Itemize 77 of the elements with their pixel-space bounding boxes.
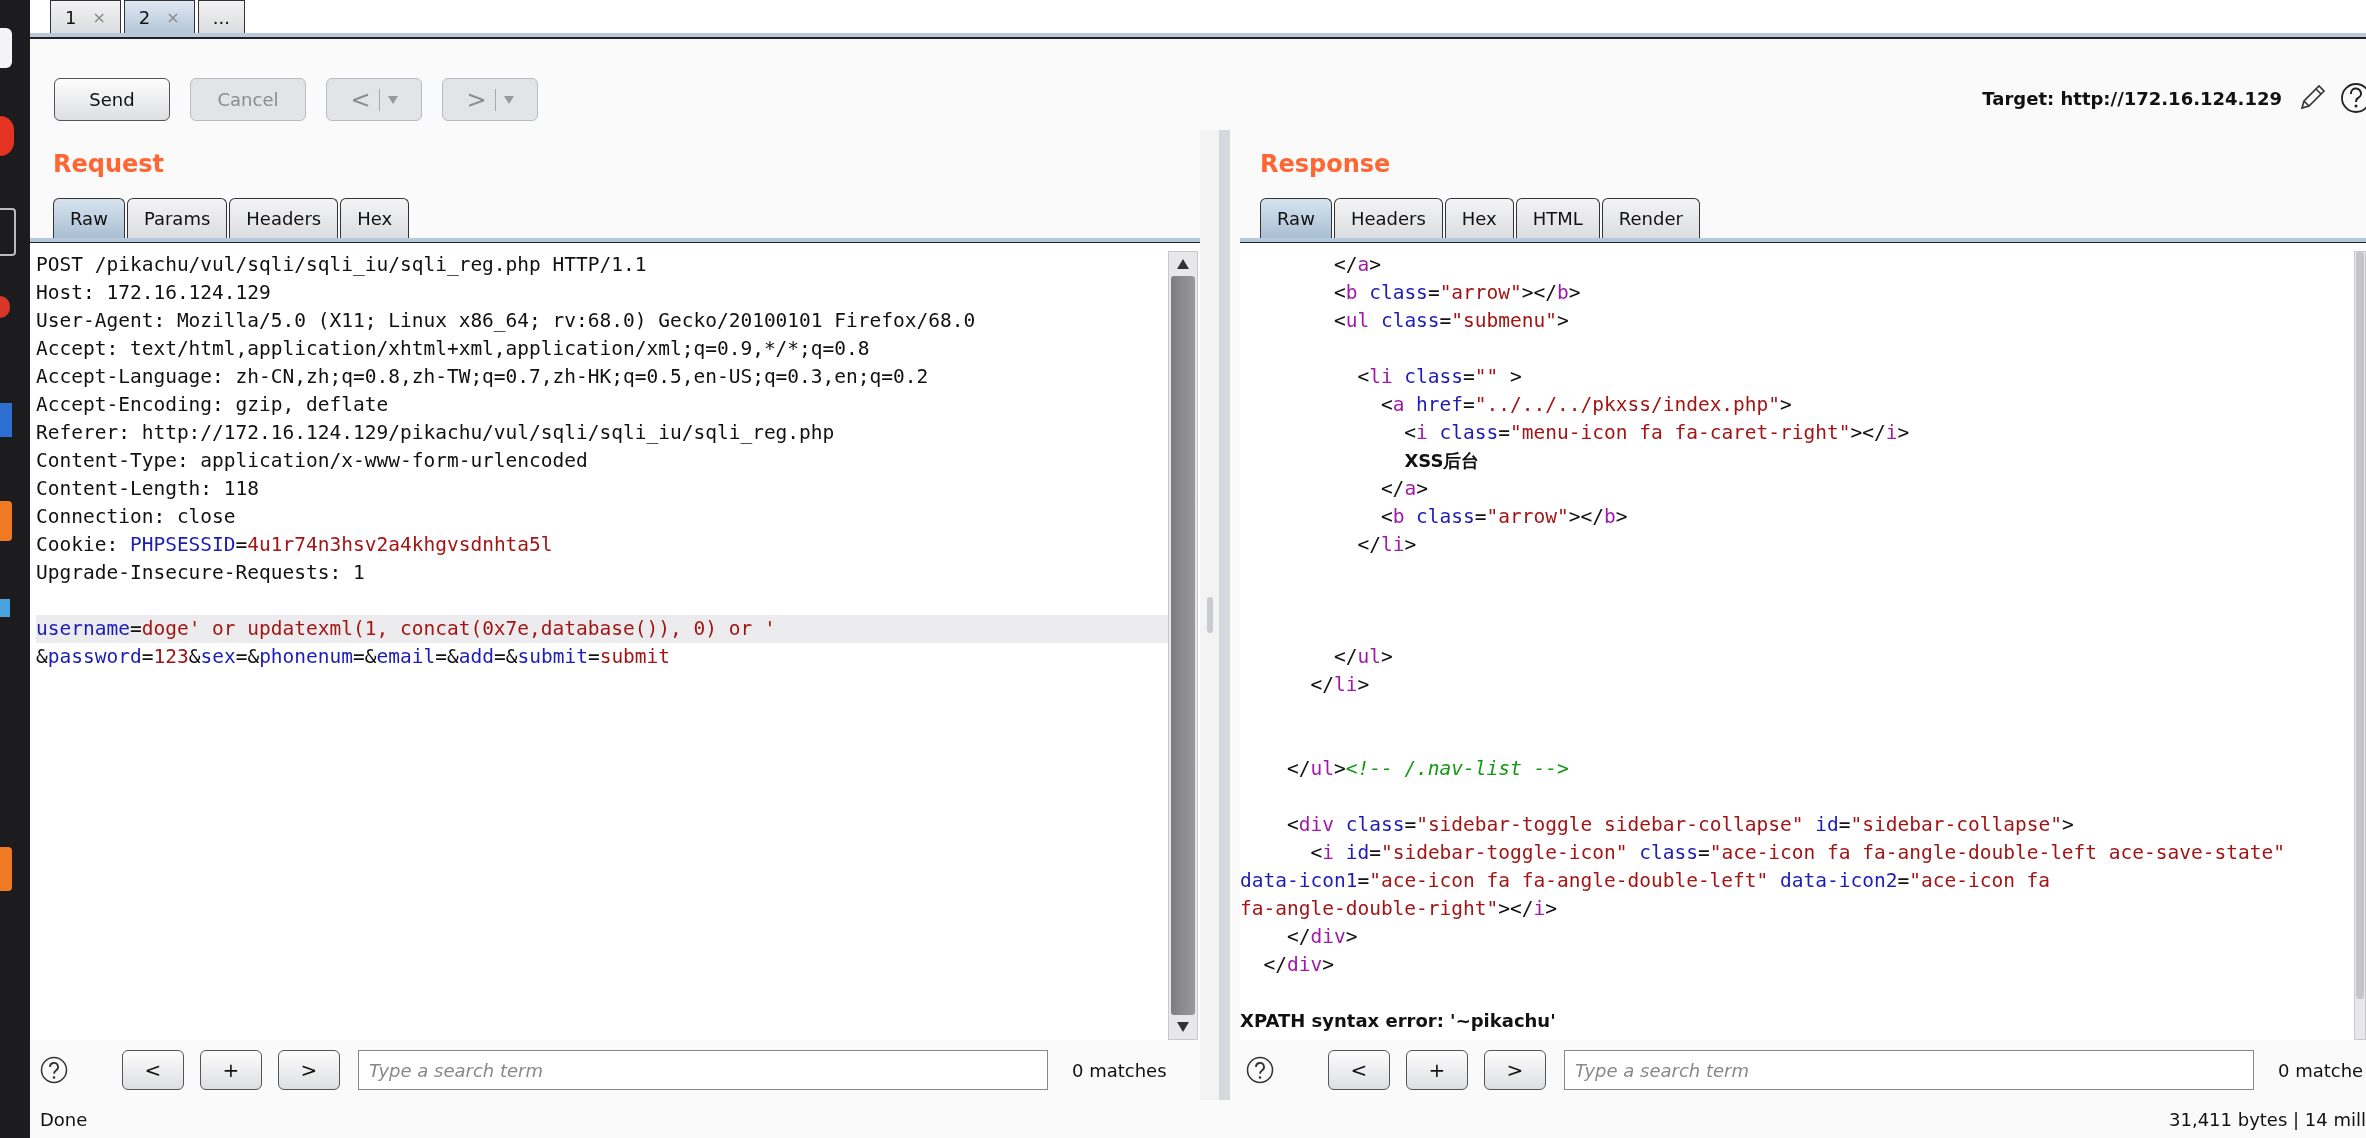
- code-line: fa-angle-double-right"></i>: [1240, 896, 1558, 922]
- search-field[interactable]: Type a search term: [1564, 1050, 2254, 1090]
- code-line: <div class="sidebar-toggle sidebar-collapse" id="sidebar-collapse">: [1285, 812, 2075, 838]
- code-line: Upgrade-Insecure-Requests: 1: [36, 560, 366, 586]
- code-line: <a href="../../../pkxss/index.php">: [1379, 392, 1793, 418]
- search-nav-button[interactable]: <: [122, 1050, 184, 1090]
- code-line: Accept-Language: zh-CN,zh;q=0.8,zh-TW;q=0.7,zh-HK;q=0.5,en-US;q=0.3,en;q=0.2: [36, 364, 930, 390]
- code-line: Accept-Encoding: gzip, deflate: [36, 392, 390, 418]
- code-line: <i class="menu-icon fa fa-caret-right"></i>: [1403, 420, 1911, 446]
- text-editor[interactable]: [30, 242, 1200, 1040]
- target-label: Target: http://172.16.124.129: [1982, 88, 2282, 109]
- code-line: XSS后台: [1403, 449, 1481, 473]
- search-field[interactable]: Type a search term: [358, 1050, 1048, 1090]
- view-tab[interactable]: Render: [1601, 198, 1700, 238]
- repeater-tab[interactable]: 2 ×: [123, 0, 195, 33]
- view-tab[interactable]: Raw: [1260, 198, 1332, 238]
- search-nav-button[interactable]: +: [200, 1050, 262, 1090]
- code-line: </div>: [1262, 952, 1335, 978]
- help-icon[interactable]: [2340, 82, 2366, 114]
- scroll-down-icon[interactable]: [1176, 1021, 1190, 1033]
- pencil-icon[interactable]: [2298, 82, 2328, 112]
- code-line: </a>: [1332, 252, 1382, 278]
- vertical-scrollbar[interactable]: [2354, 251, 2366, 1040]
- view-tab[interactable]: Headers: [229, 198, 339, 238]
- code-line: </ul><!-- /.nav-list -->: [1285, 756, 1570, 782]
- repeater-tab[interactable]: 1 ×: [50, 0, 121, 33]
- view-tab[interactable]: Hex: [340, 198, 410, 238]
- view-tab[interactable]: Raw: [53, 198, 125, 238]
- code-line: XPATH syntax error: '~pikachu': [1240, 1009, 1557, 1033]
- scrollbar-thumb[interactable]: [1171, 276, 1195, 1015]
- repeater-tab[interactable]: ...: [197, 0, 245, 33]
- response-stats: 31,411 bytes | 14 mill: [2169, 1108, 2366, 1130]
- search-nav-button[interactable]: +: [1406, 1050, 1468, 1090]
- code-line: Referer: http://172.16.124.129/pikachu/vul/sqli/sqli_iu/sqli_reg.php: [36, 420, 836, 446]
- view-tab[interactable]: Headers: [1333, 198, 1443, 238]
- code-line: <i id="sidebar-toggle-icon" class="ace-icon fa fa-angle-double-left ace-save-state": [1309, 840, 2286, 866]
- code-line: </ul>: [1332, 644, 1394, 670]
- code-line: <ul class="submenu">: [1332, 308, 1570, 334]
- code-line: Content-Type: application/x-www-form-urlencoded: [36, 448, 589, 474]
- code-line: </li>: [1309, 672, 1371, 698]
- match-count: 0 matches: [1072, 1059, 1167, 1081]
- help-icon[interactable]: [1246, 1056, 1274, 1084]
- app-icon[interactable]: [0, 28, 12, 68]
- code-line: Connection: close: [36, 504, 237, 530]
- code-line: Content-Length: 118: [36, 476, 261, 502]
- code-line: Host: 172.16.124.129: [36, 280, 272, 306]
- text-editor[interactable]: [1240, 242, 2366, 1040]
- scroll-up-icon[interactable]: [1176, 258, 1190, 270]
- code-line: </div>: [1285, 924, 1359, 950]
- app-icon[interactable]: [0, 208, 16, 256]
- code-line: Accept: text/html,application/xhtml+xml,application/xml;q=0.9,*/*;q=0.8: [36, 336, 871, 362]
- caret-icon: [503, 95, 514, 104]
- send-button[interactable]: Send: [54, 78, 170, 121]
- view-tab[interactable]: Params: [126, 198, 228, 238]
- code-line: </li>: [1356, 532, 1418, 558]
- request-heading: Request: [52, 149, 166, 180]
- view-tab[interactable]: Hex: [1444, 198, 1514, 238]
- code-line: data-icon1="ace-icon fa fa-angle-double-left" data-icon2="ace-icon fa: [1240, 868, 2052, 894]
- code-line: &password=123&sex=&phonenum=&email=&add=&submit=submit: [36, 644, 672, 670]
- code-line: <b class="arrow"></b>: [1332, 280, 1582, 306]
- code-line: <li class="" >: [1356, 364, 1523, 390]
- search-nav-button[interactable]: <: [1328, 1050, 1390, 1090]
- code-line: </a>: [1379, 476, 1429, 502]
- code-line: User-Agent: Mozilla/5.0 (X11; Linux x86_64; rv:68.0) Gecko/20100101 Firefox/68.0: [36, 308, 977, 334]
- search-nav-button[interactable]: >: [1484, 1050, 1546, 1090]
- scrollbar-thumb[interactable]: [2356, 252, 2364, 999]
- code-line: Cookie: PHPSESSID=4u1r74n3hsv2a4khgvsdnhta5l: [36, 532, 554, 558]
- status-text: Done: [40, 1108, 88, 1130]
- caret-icon: [387, 95, 398, 104]
- help-icon[interactable]: [40, 1056, 68, 1084]
- match-count: 0 matche: [2278, 1059, 2364, 1081]
- vertical-scrollbar[interactable]: [1168, 251, 1198, 1040]
- view-tab[interactable]: HTML: [1515, 198, 1600, 238]
- code-line: POST /pikachu/vul/sqli/sqli_iu/sqli_reg.php HTTP/1.1: [36, 252, 648, 278]
- code-line: <b class="arrow"></b>: [1379, 504, 1629, 530]
- response-heading: Response: [1259, 149, 1392, 180]
- search-nav-button[interactable]: >: [278, 1050, 340, 1090]
